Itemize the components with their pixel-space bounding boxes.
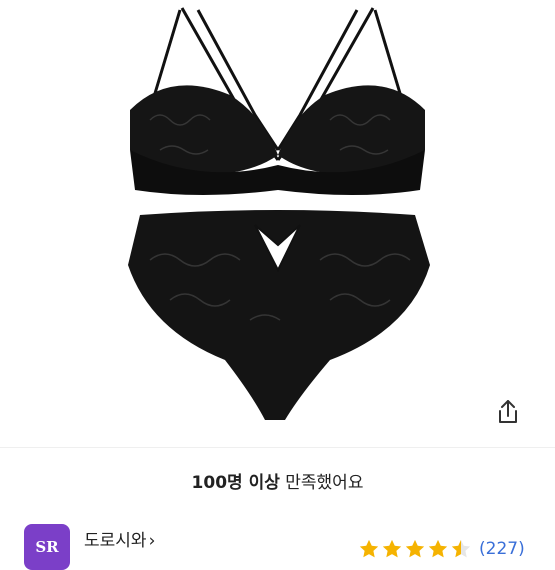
- shop-name-link[interactable]: 도로시와 ›: [84, 526, 155, 551]
- product-image: [0, 0, 555, 440]
- star-icon: [359, 539, 379, 558]
- chevron-right-icon: ›: [148, 531, 156, 551]
- shop-row: SR 도로시와 › (227): [24, 522, 555, 570]
- satisfaction-count: 100명 이상: [191, 473, 280, 493]
- share-button[interactable]: [488, 392, 528, 432]
- divider: [0, 447, 555, 448]
- star-icon: [428, 539, 448, 558]
- shop-logo[interactable]: SR: [24, 524, 70, 570]
- share-icon: [499, 400, 517, 423]
- star-icon: [405, 539, 425, 558]
- review-count-link[interactable]: (227): [479, 539, 525, 559]
- satisfaction-text: 만족했어요: [285, 473, 364, 493]
- star-half-icon: [451, 539, 471, 558]
- lingerie-photo: [128, 7, 430, 420]
- satisfaction-summary: 100명 이상 만족했어요: [0, 468, 555, 493]
- rating: (227): [358, 538, 525, 560]
- star-icon: [382, 539, 402, 558]
- shop-name: 도로시와: [84, 531, 147, 551]
